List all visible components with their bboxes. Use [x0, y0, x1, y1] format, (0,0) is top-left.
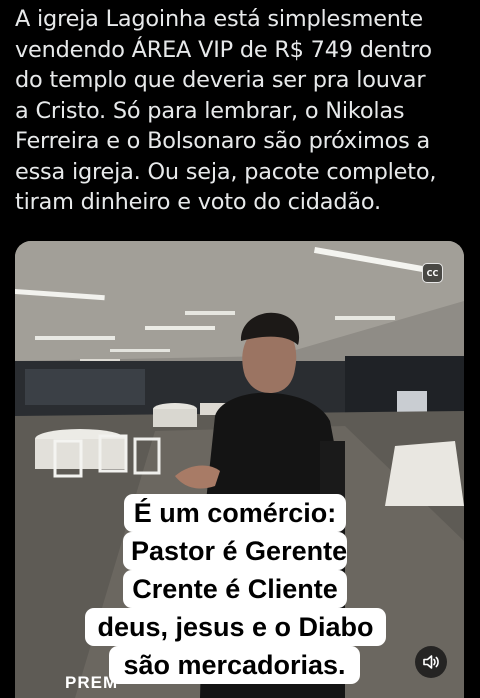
video-caption-line: É um comércio:	[124, 494, 346, 532]
post-text-line: Ferreira e o Bolsonaro são próximos a	[15, 128, 431, 154]
post-text-line: A igreja Lagoinha está simplesmente	[15, 6, 423, 32]
video-caption-line: Crente é Cliente	[123, 570, 347, 608]
video-caption-line: Pastor é Gerente	[123, 532, 347, 570]
video-caption-line: são mercadorias.	[109, 646, 360, 684]
post-text-line: essa igreja. Ou seja, pacote completo,	[15, 158, 437, 185]
video-overlay-text: PREM	[65, 673, 119, 692]
post-text-line: vendendo ÁREA VIP de R$ 749 dentro	[15, 36, 432, 63]
speaker-sound-icon	[423, 655, 439, 669]
volume-button[interactable]	[415, 646, 447, 678]
video-player[interactable]: CC É um comércio: Pastor é Gerente Crent…	[15, 241, 464, 698]
post-text-line: do templo que deveria ser pra louvar	[15, 67, 426, 93]
post-text-line: a Cristo. Só para lembrar, o Nikolas	[15, 97, 405, 124]
video-caption-line: deus, jesus e o Diabo	[85, 608, 386, 646]
post-text: A igreja Lagoinha está simplesmente vend…	[15, 4, 473, 218]
post-text-line: tiram dinheiro e voto do cidadão.	[15, 189, 381, 215]
closed-captions-button[interactable]: CC	[422, 263, 443, 283]
